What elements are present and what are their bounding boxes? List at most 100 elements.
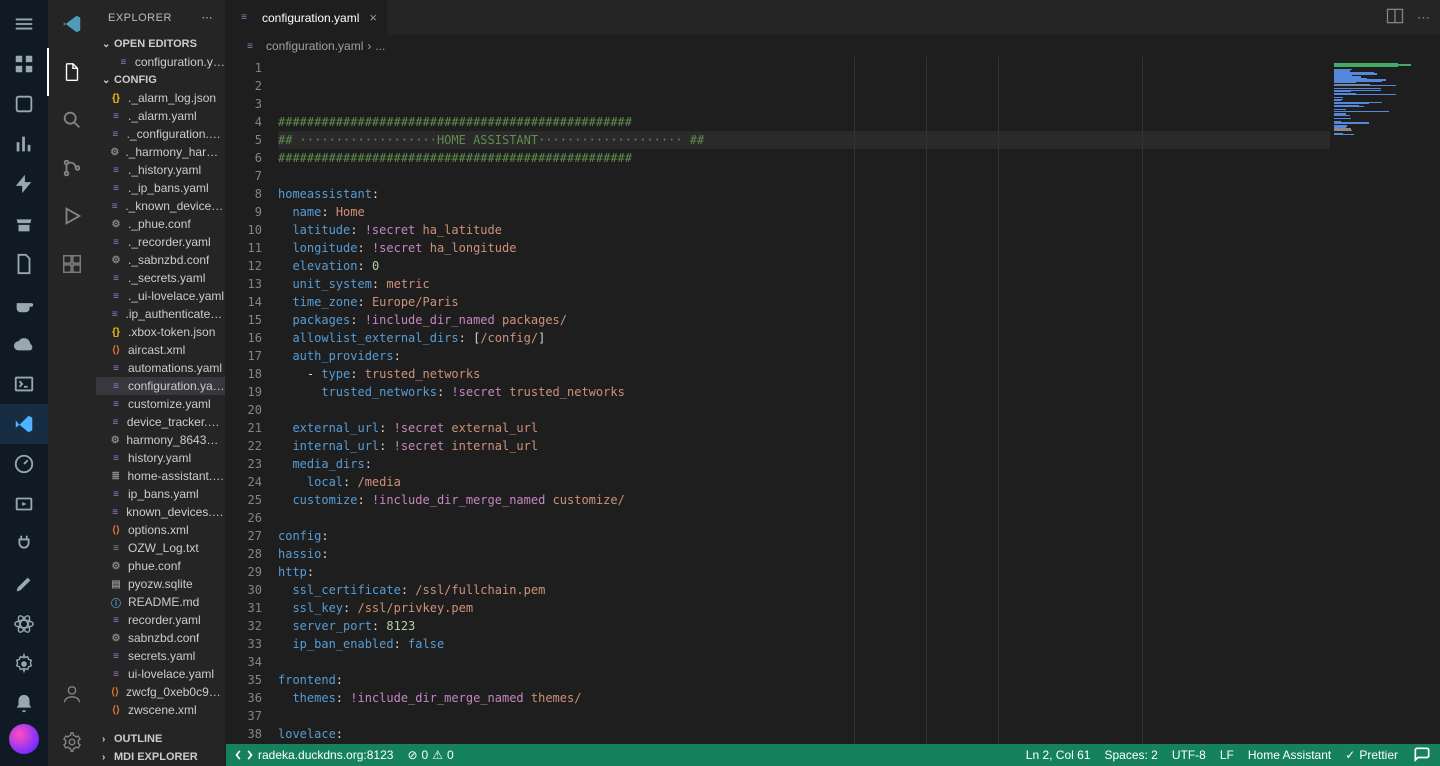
language-mode[interactable]: Home Assistant (1248, 748, 1331, 762)
ha-grid-icon[interactable] (0, 44, 48, 84)
file-label: automations.yaml (128, 361, 222, 375)
file-item[interactable]: ≡ known_devices.yaml (96, 503, 225, 521)
split-editor-icon[interactable] (1385, 6, 1405, 29)
ha-gauge-icon[interactable] (0, 444, 48, 484)
file-item[interactable]: ≡ip_bans.yaml (96, 485, 225, 503)
open-editors-header[interactable]: ⌄ OPEN EDITORS (96, 35, 225, 53)
yaml-icon: ≡ (108, 648, 124, 664)
file-item[interactable]: ≡OZW_Log.txt (96, 539, 225, 557)
file-label: zwcfg_0xeb0c9e39... (126, 685, 225, 699)
extensions-icon[interactable] (48, 240, 96, 288)
vscode-icon[interactable] (0, 404, 48, 444)
ha-logbook-icon[interactable] (0, 84, 48, 124)
yaml-icon: ≡ (108, 414, 123, 430)
ha-coffee-icon[interactable] (0, 284, 48, 324)
tab-configuration[interactable]: ≡ configuration.yaml × (226, 0, 388, 35)
file-label: device_tracker.yaml (127, 415, 225, 429)
close-icon[interactable]: × (369, 10, 377, 25)
search-icon[interactable] (48, 96, 96, 144)
file-item[interactable]: ≡._secrets.yaml (96, 269, 225, 287)
ha-terminal-icon[interactable] (0, 364, 48, 404)
ha-avatar[interactable] (9, 724, 39, 754)
file-item[interactable]: ⚙._sabnzbd.conf (96, 251, 225, 269)
ha-chart-icon[interactable] (0, 124, 48, 164)
problems[interactable]: ⊘0 ⚠0 (407, 748, 453, 762)
ha-store-icon[interactable] (0, 204, 48, 244)
file-item[interactable]: ⚙._phue.conf (96, 215, 225, 233)
cursor-position[interactable]: Ln 2, Col 61 (1026, 748, 1091, 762)
open-editor-item[interactable]: ≡configuration.yaml (96, 53, 225, 71)
file-label: zwscene.xml (128, 703, 197, 717)
mdi-explorer-header[interactable]: › MDI EXPLORER (96, 748, 225, 766)
explorer-sidebar: EXPLORER ⋯ ⌄ OPEN EDITORS ≡configuration… (96, 0, 226, 766)
ha-atom-icon[interactable] (0, 604, 48, 644)
file-label: known_devices.yaml (126, 505, 225, 519)
remote-host[interactable]: radeka.duckdns.org:8123 (234, 745, 393, 765)
eol[interactable]: LF (1220, 748, 1234, 762)
code-content[interactable]: ########################################… (278, 57, 1330, 766)
yaml-icon: ≡ (108, 612, 124, 628)
file-item[interactable]: ≡._configuration.yaml (96, 125, 225, 143)
file-item[interactable]: ⓘREADME.md (96, 593, 225, 611)
ha-edit-icon[interactable] (0, 564, 48, 604)
formatter[interactable]: ✓Prettier (1345, 748, 1398, 762)
explorer-icon[interactable] (47, 48, 95, 96)
feedback-icon[interactable] (1412, 745, 1432, 765)
yaml-icon: ≡ (108, 504, 122, 520)
file-item[interactable]: ≡history.yaml (96, 449, 225, 467)
file-item[interactable]: ≡._alarm.yaml (96, 107, 225, 125)
file-item[interactable]: ⟨⟩aircast.xml (96, 341, 225, 359)
minimap[interactable] (1330, 57, 1440, 766)
indentation[interactable]: Spaces: 2 (1104, 748, 1157, 762)
file-item[interactable]: ≡.ip_authenticated.ya... (96, 305, 225, 323)
file-item[interactable]: ≣home-assistant.log (96, 467, 225, 485)
file-item[interactable]: ≡ui-lovelace.yaml (96, 665, 225, 683)
file-item[interactable]: ⟨⟩options.xml (96, 521, 225, 539)
file-item[interactable]: ⚙phue.conf (96, 557, 225, 575)
accounts-icon[interactable] (48, 670, 96, 718)
file-item[interactable]: ≡configuration.yaml (96, 377, 225, 395)
source-control-icon[interactable] (48, 144, 96, 192)
menu-icon[interactable] (0, 4, 48, 44)
workspace-header[interactable]: ⌄ CONFIG (96, 71, 225, 89)
status-bar: radeka.duckdns.org:8123 ⊘0 ⚠0 Ln 2, Col … (226, 744, 1440, 766)
ha-settings-icon[interactable] (0, 644, 48, 684)
file-label: .xbox-token.json (128, 325, 215, 339)
more-actions-icon[interactable]: ⋯ (1417, 10, 1430, 26)
file-item[interactable]: ⚙sabnzbd.conf (96, 629, 225, 647)
run-debug-icon[interactable] (48, 192, 96, 240)
tab-label: configuration.yaml (262, 11, 359, 25)
ha-energy-icon[interactable] (0, 164, 48, 204)
file-item[interactable]: ≡._ip_bans.yaml (96, 179, 225, 197)
file-item[interactable]: ≡._ui-lovelace.yaml (96, 287, 225, 305)
vscode-logo-icon[interactable] (48, 0, 96, 48)
file-item[interactable]: ≡customize.yaml (96, 395, 225, 413)
ha-bell-icon[interactable] (0, 684, 48, 724)
yaml-icon: ≡ (116, 54, 131, 70)
file-item[interactable]: ≡ device_tracker.yaml (96, 413, 225, 431)
breadcrumb[interactable]: ≡ configuration.yaml › ... (226, 35, 1440, 57)
settings-gear-icon[interactable] (48, 718, 96, 766)
ha-cloud-icon[interactable] (0, 324, 48, 364)
code-editor[interactable]: 1234567891011121314151617181920212223242… (226, 57, 1440, 766)
file-item[interactable]: ≡._recorder.yaml (96, 233, 225, 251)
txt-icon: ≡ (108, 540, 124, 556)
file-item[interactable]: {}._alarm_log.json (96, 89, 225, 107)
file-item[interactable]: ▤pyozw.sqlite (96, 575, 225, 593)
file-item[interactable]: ⚙._harmony_harmony... (96, 143, 225, 161)
file-item[interactable]: ≡secrets.yaml (96, 647, 225, 665)
file-item[interactable]: ⟨⟩zwscene.xml (96, 701, 225, 719)
file-item[interactable]: ≡._history.yaml (96, 161, 225, 179)
file-item[interactable]: ⟨⟩zwcfg_0xeb0c9e39... (96, 683, 225, 701)
file-item[interactable]: ≡._known_devices.yaml (96, 197, 225, 215)
ha-plug-icon[interactable] (0, 524, 48, 564)
ha-media-icon[interactable] (0, 484, 48, 524)
encoding[interactable]: UTF-8 (1172, 748, 1206, 762)
explorer-more-icon[interactable]: ⋯ (202, 11, 214, 24)
file-item[interactable]: ≡recorder.yaml (96, 611, 225, 629)
file-item[interactable]: {}.xbox-token.json (96, 323, 225, 341)
file-item[interactable]: ⚙harmony_8643839... (96, 431, 225, 449)
ha-file-icon[interactable] (0, 244, 48, 284)
file-item[interactable]: ≡automations.yaml (96, 359, 225, 377)
outline-header[interactable]: › OUTLINE (96, 730, 225, 748)
